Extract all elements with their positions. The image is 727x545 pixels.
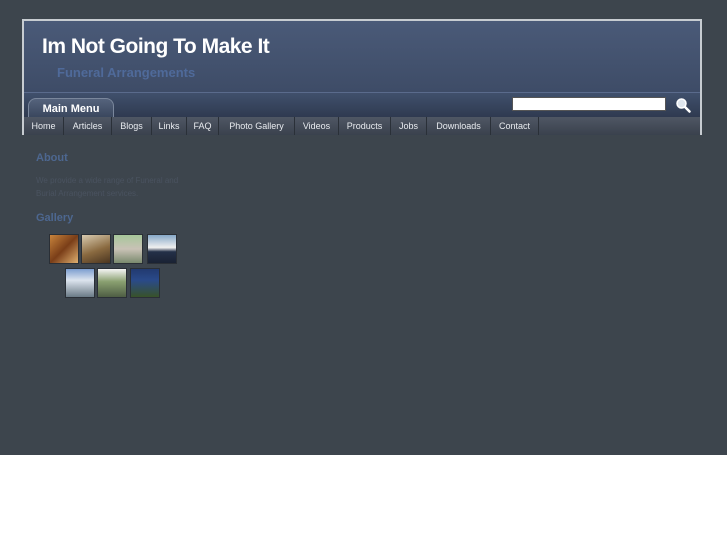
gallery-thumb-casket-room[interactable] — [81, 234, 111, 264]
nav-links[interactable]: Links — [152, 117, 187, 135]
nav-products[interactable]: Products — [339, 117, 391, 135]
site-subtitle: Funeral Arrangements — [57, 65, 196, 80]
about-text: We provide a wide range of Funeral and B… — [36, 176, 179, 198]
nav-videos[interactable]: Videos — [295, 117, 339, 135]
nav-contact[interactable]: Contact — [491, 117, 539, 135]
gallery-thumb-chapel-interior[interactable] — [49, 234, 79, 264]
nav-blogs[interactable]: Blogs — [112, 117, 152, 135]
menu-tab-bar: Main Menu — [24, 92, 700, 117]
nav-jobs[interactable]: Jobs — [391, 117, 427, 135]
about-heading: About — [36, 152, 68, 164]
main-navigation: Home Articles Blogs Links FAQ Photo Gall… — [24, 117, 700, 135]
nav-home[interactable]: Home — [24, 117, 64, 135]
main-menu-tab[interactable]: Main Menu — [28, 98, 114, 117]
gallery-thumb-street-view[interactable] — [97, 268, 127, 298]
nav-faq[interactable]: FAQ — [187, 117, 219, 135]
gallery-thumb-garden-memorial[interactable] — [113, 234, 143, 264]
search-input[interactable] — [512, 97, 666, 111]
search-icon[interactable] — [675, 97, 691, 113]
nav-articles[interactable]: Articles — [64, 117, 112, 135]
gallery-thumb-funeral-home-exterior[interactable] — [65, 268, 95, 298]
gallery-heading: Gallery — [36, 212, 74, 224]
site-header: Im Not Going To Make It Funeral Arrangem… — [22, 19, 702, 135]
nav-downloads[interactable]: Downloads — [427, 117, 491, 135]
gallery-thumb-building-exterior[interactable] — [147, 234, 177, 264]
gallery-thumb-building-facade[interactable] — [130, 268, 160, 298]
nav-photo-gallery[interactable]: Photo Gallery — [219, 117, 295, 135]
site-title[interactable]: Im Not Going To Make It — [42, 35, 270, 59]
